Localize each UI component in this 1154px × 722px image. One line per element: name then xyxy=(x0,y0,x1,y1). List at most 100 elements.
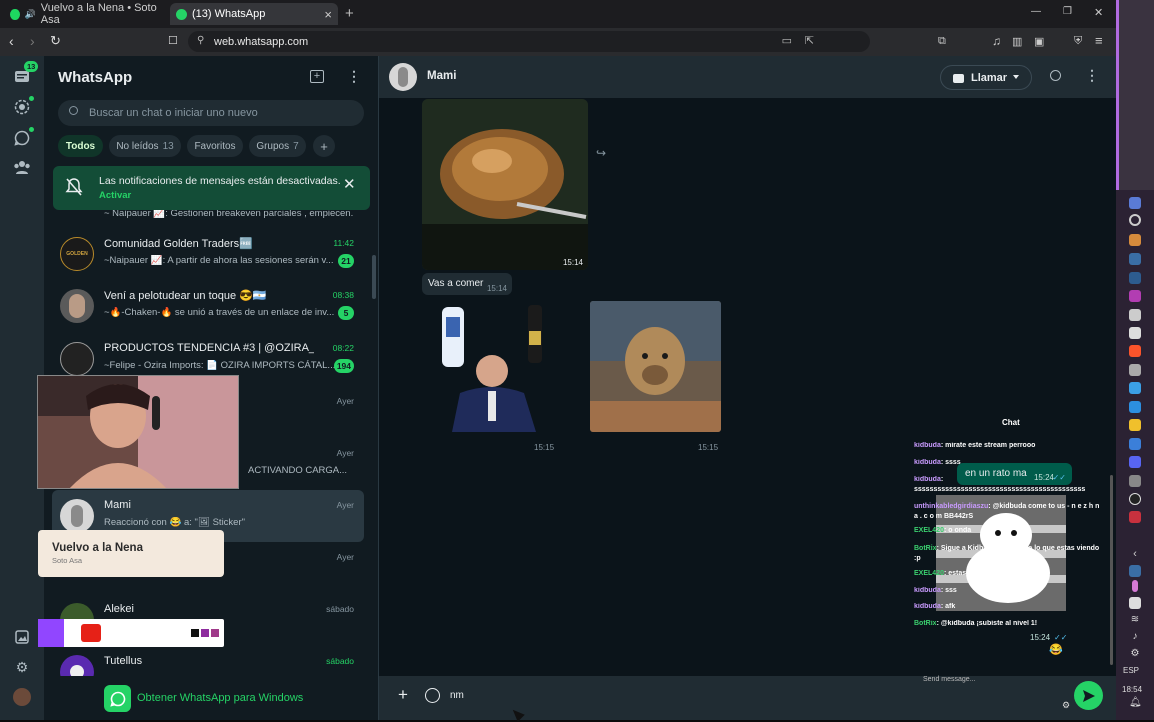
app-icon-2[interactable] xyxy=(1129,290,1141,302)
clock[interactable]: 18:54 xyxy=(1122,685,1142,694)
new-chat-icon[interactable]: + xyxy=(310,70,324,83)
new-tab-button[interactable]: + xyxy=(345,5,354,22)
sticker-icon[interactable] xyxy=(425,688,440,703)
forward-icon[interactable]: ↪ xyxy=(596,146,606,160)
volume-icon[interactable]: ♪ xyxy=(1129,631,1141,643)
tray-icon-2[interactable] xyxy=(1129,597,1141,609)
widgets-icon[interactable] xyxy=(1129,197,1141,209)
extensions-icon[interactable]: ⧉ xyxy=(938,35,946,48)
app-icon[interactable] xyxy=(1129,234,1141,246)
app-icon-4[interactable] xyxy=(1129,327,1141,339)
close-tab-button[interactable]: × xyxy=(324,7,332,22)
twitch-icon xyxy=(38,619,64,647)
message-input[interactable]: nm xyxy=(444,684,1064,706)
text-message[interactable]: Vas a comer 15:14 xyxy=(422,273,512,295)
menu-icon[interactable]: ≡ xyxy=(1095,33,1103,48)
browser-tab-whatsapp[interactable]: (13) WhatsApp × xyxy=(170,3,338,25)
close-icon[interactable]: ✕ xyxy=(343,175,356,193)
sidebar-icon[interactable]: ▥ xyxy=(1012,35,1022,48)
download-banner[interactable]: Obtener WhatsApp para Windows xyxy=(44,676,378,720)
activate-link[interactable]: Activar xyxy=(99,190,131,201)
bookmark-icon[interactable]: ☐ xyxy=(168,34,178,47)
settings-icon[interactable]: ⚙ xyxy=(12,657,32,677)
browser-tab-bar: 🔊 Vuelvo a la Nena • Soto Asa (13) Whats… xyxy=(0,0,1116,28)
media-icon[interactable] xyxy=(12,627,32,647)
brave-icon[interactable] xyxy=(1129,345,1141,357)
app-icon-3[interactable] xyxy=(1129,309,1141,321)
notification-bell-icon[interactable]: 🔔︎ xyxy=(1129,697,1142,708)
chat-user: BotRix xyxy=(914,545,937,552)
chat-row-tutellus[interactable]: Tutellus sábado xyxy=(44,646,378,676)
share-icon[interactable]: ⇱ xyxy=(805,34,814,47)
filter-label: Grupos xyxy=(256,140,290,152)
steam-icon-2[interactable] xyxy=(1129,272,1141,284)
filter-todos[interactable]: Todos xyxy=(58,135,103,157)
call-button[interactable]: Llamar xyxy=(940,65,1032,90)
filter-grupos[interactable]: Grupos 7 xyxy=(249,135,306,157)
tray-icon[interactable] xyxy=(1129,565,1141,577)
chats-icon[interactable]: 13 xyxy=(12,61,39,87)
communities-icon[interactable] xyxy=(12,157,32,177)
discord-icon[interactable] xyxy=(1129,456,1141,468)
url-bar[interactable]: ⚲ web.whatsapp.com ▭ ⇱ xyxy=(188,31,870,52)
app-icon-5[interactable] xyxy=(1129,364,1141,376)
add-filter-button[interactable]: + xyxy=(313,135,335,157)
mic-icon[interactable] xyxy=(1132,580,1138,592)
sticker-politician[interactable] xyxy=(432,301,555,432)
sticker-dog[interactable] xyxy=(590,301,721,432)
close-window-button[interactable]: ✕ xyxy=(1094,6,1103,19)
send-button[interactable] xyxy=(1074,681,1103,710)
chat-msg: o onda xyxy=(948,527,972,534)
partial-chat-preview: ~ Naipauer 📈: Gestionen breakeven parcia… xyxy=(104,210,354,219)
more-options-icon[interactable]: ⋮ xyxy=(1085,67,1099,84)
chat-user: unthinkabledgirdiaszu xyxy=(914,503,989,510)
chat-preview: ~Naipauer 📈: A partir de ahora las sesio… xyxy=(104,255,334,266)
contact-name[interactable]: Mami xyxy=(427,70,456,82)
maximize-button[interactable]: ❐ xyxy=(1063,6,1072,17)
obs-icon[interactable] xyxy=(1129,493,1141,505)
app-icon-6[interactable] xyxy=(1129,401,1141,413)
steam-icon[interactable] xyxy=(1129,253,1141,265)
chat-user: kidbuda xyxy=(914,442,941,449)
wifi-icon[interactable]: ≋ xyxy=(1129,614,1141,626)
install-app-icon[interactable]: ▭ xyxy=(782,34,792,47)
status-icon[interactable] xyxy=(12,96,34,117)
app-icon-8[interactable] xyxy=(1129,475,1141,487)
reload-icon[interactable]: ↻ xyxy=(50,33,61,49)
filter-no-leidos[interactable]: No leídos 13 xyxy=(109,135,181,157)
chats-badge: 13 xyxy=(24,61,39,72)
search-icon[interactable] xyxy=(1050,70,1061,81)
forward-icon[interactable]: › xyxy=(30,33,35,49)
chat-row-veni-a-pelotudear[interactable]: Vení a pelotudear un toque 😎🇦🇷 ~🔥-Chaken… xyxy=(44,280,378,332)
chevron-down-icon xyxy=(1013,75,1019,79)
browser-tab-spotify[interactable]: 🔊 Vuelvo a la Nena • Soto Asa xyxy=(4,2,166,26)
battery-icon[interactable]: ⚙ xyxy=(1129,648,1141,660)
search-icon xyxy=(69,106,78,115)
contact-avatar[interactable] xyxy=(389,63,417,91)
wallet-icon[interactable]: ▣ xyxy=(1034,35,1044,48)
chat-user: BotRix xyxy=(914,620,937,627)
attach-icon[interactable]: + xyxy=(398,685,408,705)
chat-row-golden-traders[interactable]: GOLDEN Comunidad Golden Traders🆓 ~Naipau… xyxy=(44,228,378,280)
search-input[interactable]: Buscar un chat o iniciar uno nuevo xyxy=(58,100,364,126)
music-icon[interactable]: ♫ xyxy=(992,34,1001,48)
gear-icon[interactable]: ⚙ xyxy=(1062,700,1070,711)
chevron-icon[interactable]: ‹ xyxy=(1129,548,1141,560)
app-icon-9[interactable] xyxy=(1129,511,1141,523)
vscode-icon[interactable] xyxy=(1129,382,1141,394)
app-icon-7[interactable] xyxy=(1129,438,1141,450)
filter-favoritos[interactable]: Favoritos xyxy=(187,135,243,157)
more-options-icon[interactable]: ⋮ xyxy=(347,68,361,85)
language-indicator[interactable]: ESP xyxy=(1123,666,1139,675)
profile-avatar[interactable] xyxy=(12,687,32,707)
vpn-icon[interactable]: ⛨ xyxy=(1074,35,1082,48)
search-icon[interactable] xyxy=(1129,214,1141,226)
channels-icon[interactable] xyxy=(12,127,34,148)
chat-scrollbar[interactable] xyxy=(1110,475,1113,665)
site-info-icon[interactable]: ⚲ xyxy=(197,35,204,46)
back-icon[interactable]: ‹ xyxy=(9,33,14,49)
image-message[interactable]: 15:14 xyxy=(422,99,588,270)
folder-icon[interactable] xyxy=(1129,419,1141,431)
chat-name: Tutellus xyxy=(104,655,143,667)
minimize-button[interactable]: — xyxy=(1031,6,1041,17)
